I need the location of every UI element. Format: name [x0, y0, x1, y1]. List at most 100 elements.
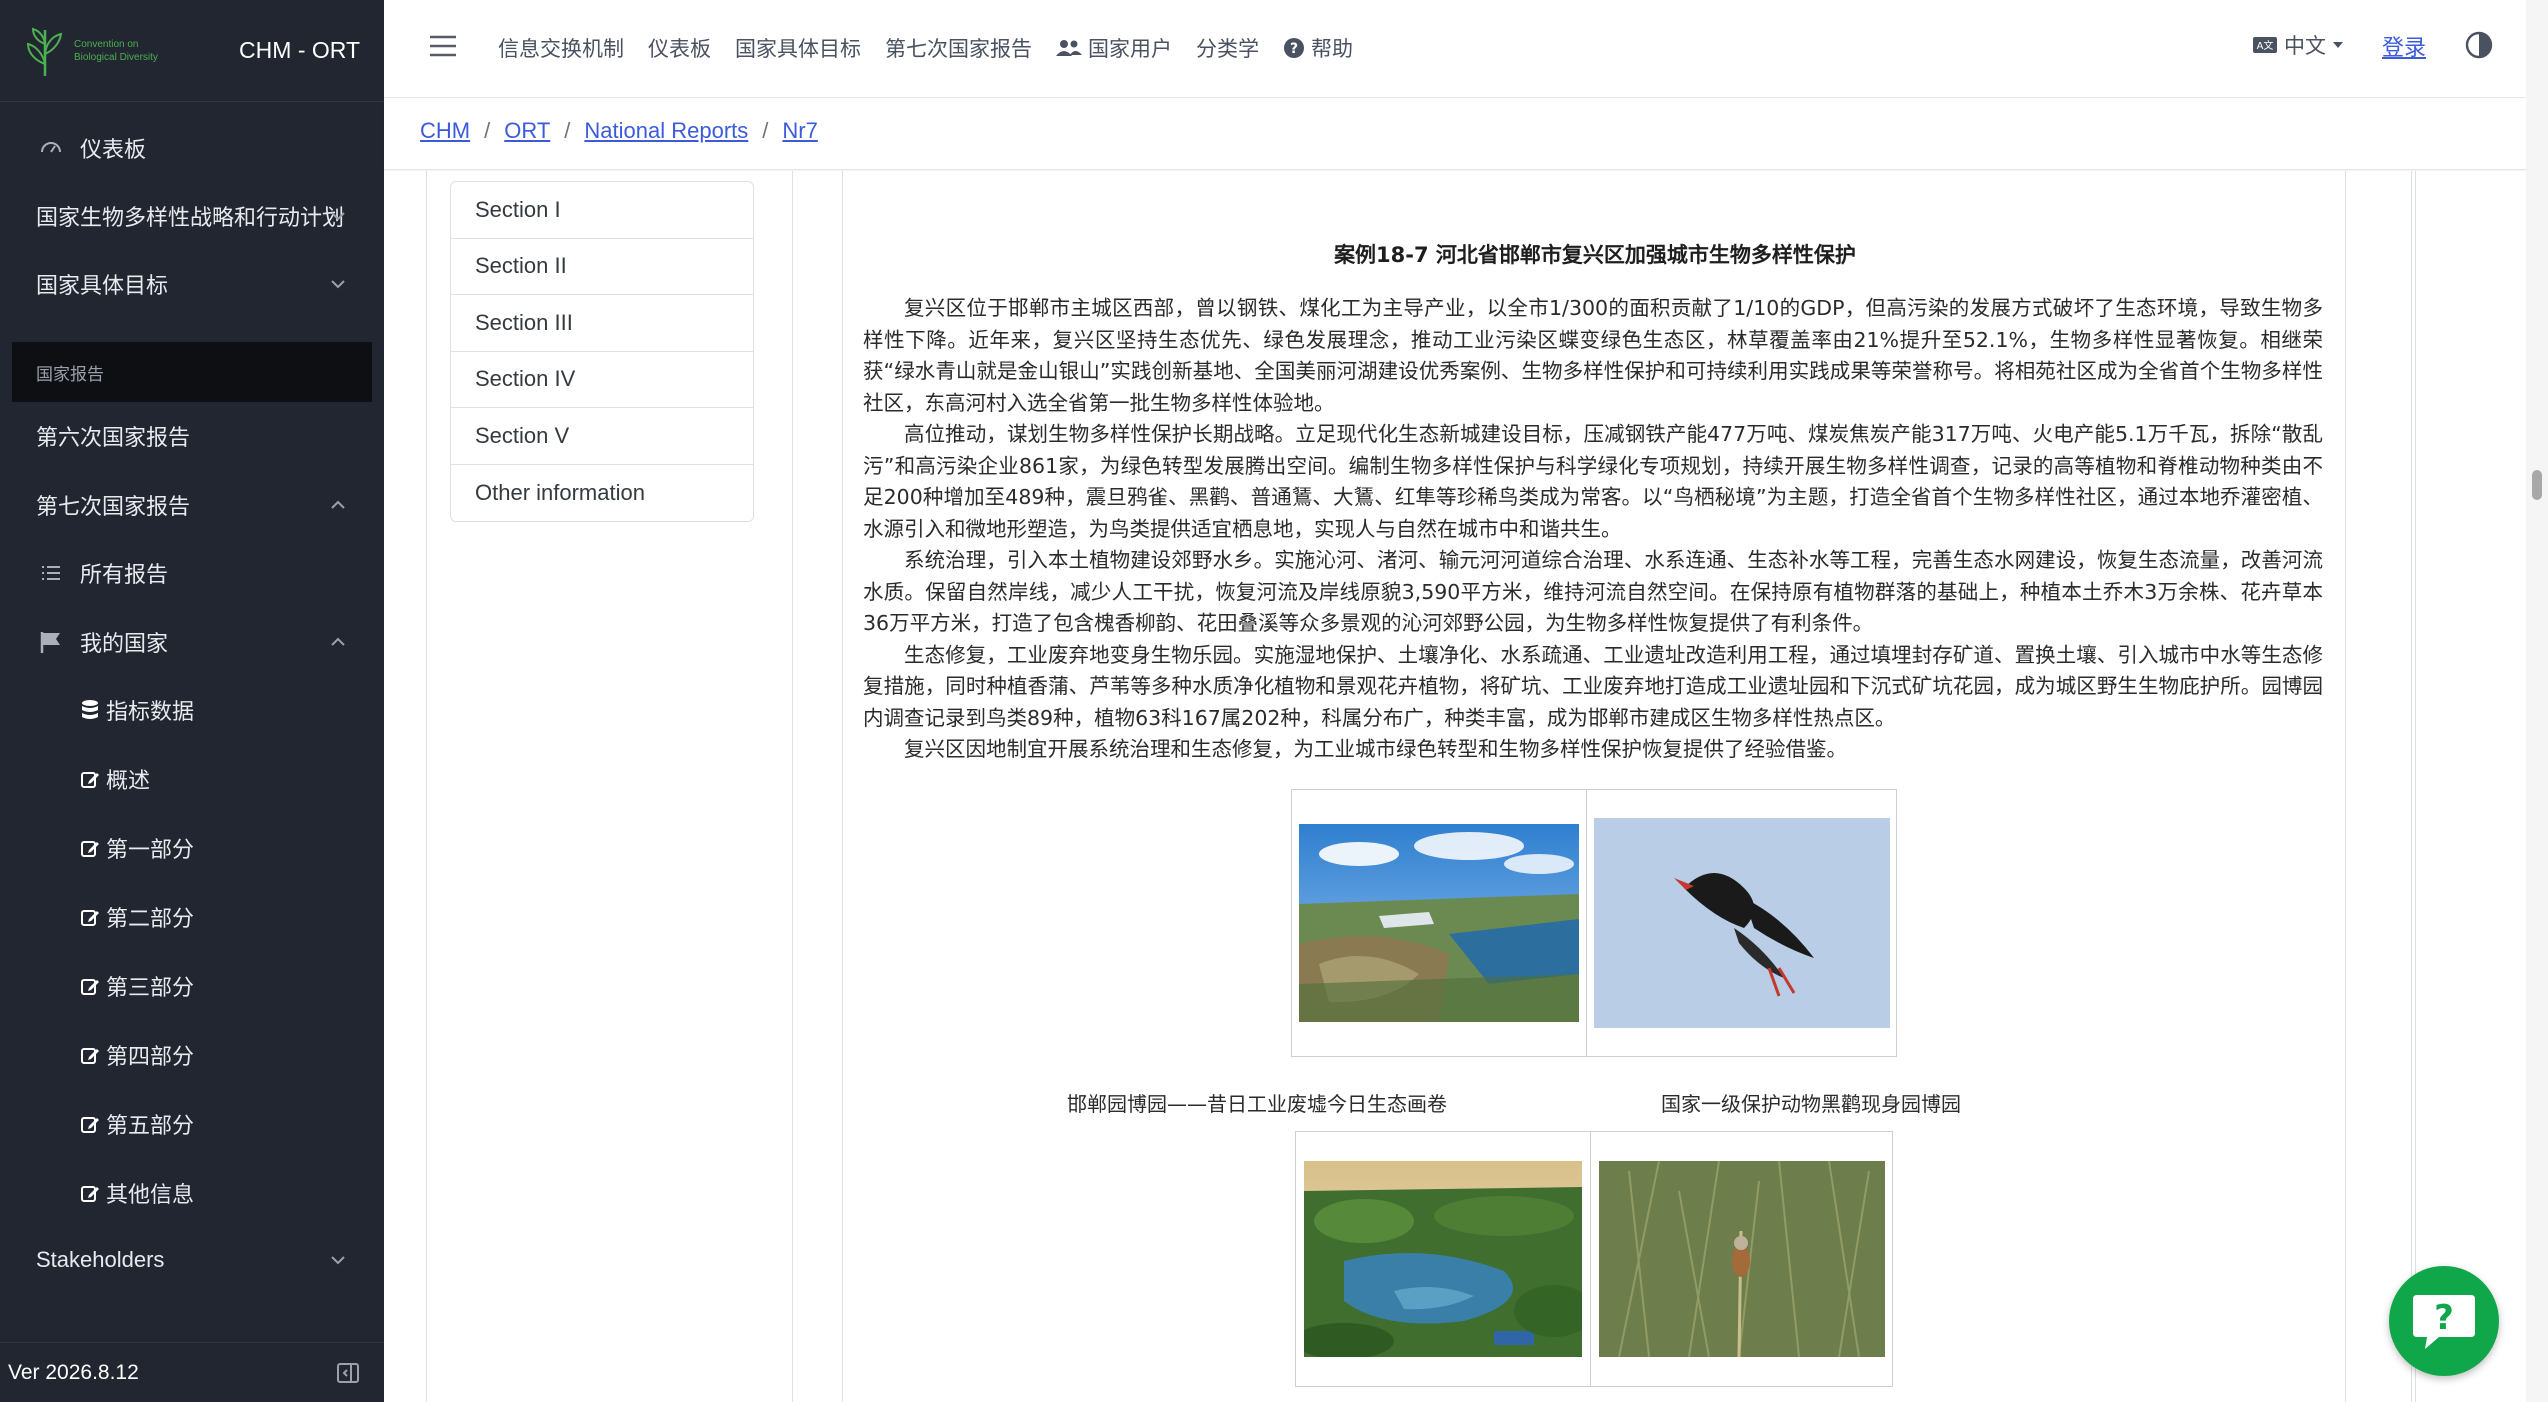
sidebar-item-nr7[interactable]: 第七次国家报告: [0, 473, 384, 537]
logo-line-2: Biological Diversity: [74, 51, 158, 63]
sidebar-item-label: 第六次国家报告: [36, 425, 191, 450]
speedometer-icon: [36, 133, 66, 163]
nav-nr7[interactable]: 第七次国家报告: [873, 30, 1044, 66]
breadcrumb-nr7[interactable]: Nr7: [782, 118, 817, 144]
scrollbar-thumb[interactable]: [2532, 470, 2542, 500]
breadcrumb-ort[interactable]: ORT: [504, 118, 550, 144]
sidebar-item-other-info[interactable]: 其他信息: [0, 1161, 384, 1225]
sidebar-item-label: 第七次国家报告: [36, 494, 191, 519]
page-scrollbar[interactable]: [2526, 0, 2548, 1402]
svg-text:?: ?: [2434, 1298, 2454, 1338]
section-nav-item-1[interactable]: Section I: [451, 182, 753, 239]
logo-line-1: Convention on: [74, 38, 139, 50]
nav-national-targets[interactable]: 国家具体目标: [723, 30, 873, 66]
sidebar-item-label: 第五部分: [106, 1113, 195, 1138]
caret-down-icon: [2333, 42, 2343, 48]
sidebar-item-national-targets[interactable]: 国家具体目标: [0, 252, 384, 316]
svg-text:A文: A文: [2257, 39, 2274, 52]
app-name: CHM - ORT: [239, 37, 360, 63]
case-title: 案例18-7 河北省邯郸市复兴区加强城市生物多样性保护: [1334, 243, 1856, 267]
photo-caption-2: 国家一级保护动物黑鹳现身园博园: [1661, 1092, 1961, 1116]
case-body: 复兴区位于邯郸市主城区西部，曾以钢铁、煤化工为主导产业，以全市1/300的面积贡…: [863, 293, 2323, 766]
edit-icon: [80, 833, 100, 863]
sidebar-item-label: 第二部分: [106, 906, 195, 931]
photo-cell: [1296, 1132, 1592, 1386]
top-header: 信息交换机制 仪表板 国家具体目标 第七次国家报告 国家用户 分类学 ? 帮助 …: [384, 0, 2526, 98]
sidebar-item-label: 其他信息: [106, 1182, 195, 1207]
sidebar-item-all-reports[interactable]: 所有报告: [0, 541, 384, 605]
sidebar: Convention on Biological Diversity CHM -…: [0, 0, 384, 1402]
section-nav-item-2[interactable]: Section II: [451, 239, 753, 295]
chat-question-icon: ?: [2413, 1295, 2475, 1349]
help-icon: ?: [1284, 38, 1304, 58]
collapse-sidebar-icon[interactable]: [336, 1361, 360, 1385]
chevron-up-icon: [331, 500, 345, 509]
nav-taxonomy[interactable]: 分类学: [1184, 30, 1271, 66]
breadcrumb-separator: /: [484, 118, 491, 143]
sidebar-item-label: 所有报告: [80, 562, 169, 587]
main-content: Section I Section II Section III Section…: [384, 171, 2526, 1402]
hamburger-menu-icon[interactable]: [428, 33, 458, 59]
sidebar-footer: Ver 2026.8.12: [0, 1342, 384, 1402]
edit-icon: [80, 971, 100, 1001]
nav-national-users[interactable]: 国家用户: [1044, 30, 1184, 66]
breadcrumb-chm[interactable]: CHM: [420, 118, 470, 144]
photo-caption-1: 邯郸园博园——昔日工业废墟今日生态画卷: [1067, 1092, 1447, 1116]
photo-table-1: [1291, 789, 1897, 1057]
sidebar-item-stakeholders[interactable]: Stakeholders: [0, 1228, 384, 1292]
breadcrumb-national-reports[interactable]: National Reports: [584, 118, 748, 144]
photo-cell: [1292, 790, 1588, 1056]
sidebar-item-label: 国家生物多样性战略和行动计划: [36, 205, 345, 230]
aerial-park-photo: [1299, 824, 1580, 1022]
edit-icon: [80, 902, 100, 932]
section-nav-item-5[interactable]: Section V: [451, 408, 753, 465]
nav-help[interactable]: ? 帮助: [1271, 30, 1365, 66]
sidebar-item-label: 我的国家: [80, 631, 169, 656]
nav-dashboard[interactable]: 仪表板: [636, 30, 723, 66]
paragraph: 生态修复，工业废弃地变身生物乐园。实施湿地保护、土壤净化、水系疏通、工业遗址改造…: [863, 642, 2323, 730]
breadcrumb-bar: CHM / ORT / National Reports / Nr7: [384, 98, 2526, 170]
cbd-logo[interactable]: Convention on Biological Diversity: [24, 21, 164, 81]
sidebar-item-label: Stakeholders: [36, 1247, 165, 1272]
nav-label: 国家用户: [1088, 38, 1172, 61]
sidebar-item-indicator-data[interactable]: 指标数据: [0, 678, 384, 742]
section-nav-item-4[interactable]: Section IV: [451, 352, 753, 408]
breadcrumb-separator: /: [564, 118, 571, 143]
edit-icon: [80, 1178, 100, 1208]
language-selector[interactable]: A文 中文: [2252, 30, 2344, 60]
sidebar-item-nr6[interactable]: 第六次国家报告: [0, 404, 384, 468]
nav-chm[interactable]: 信息交换机制: [486, 30, 636, 66]
breadcrumb-separator: /: [762, 118, 769, 143]
paragraph: 复兴区因地制宜开展系统治理和生态修复，为工业城市绿色转型和生物多样性保护恢复提供…: [904, 737, 1847, 761]
sidebar-item-my-country[interactable]: 我的国家: [0, 610, 384, 674]
help-chat-button[interactable]: ?: [2389, 1266, 2499, 1376]
section-nav-item-3[interactable]: Section III: [451, 295, 753, 352]
sidebar-item-label: 第三部分: [106, 975, 195, 1000]
sidebar-item-part-5[interactable]: 第五部分: [0, 1092, 384, 1156]
sidebar-item-part-3[interactable]: 第三部分: [0, 954, 384, 1018]
sidebar-item-part-1[interactable]: 第一部分: [0, 816, 384, 880]
sidebar-brand: Convention on Biological Diversity CHM -…: [0, 0, 384, 102]
theme-toggle-icon[interactable]: [2464, 30, 2494, 60]
sidebar-item-part-4[interactable]: 第四部分: [0, 1023, 384, 1087]
login-link[interactable]: 登录: [2382, 30, 2426, 62]
sidebar-item-label: 国家具体目标: [36, 273, 169, 298]
photo-table-2: [1295, 1131, 1893, 1387]
black-stork-photo: [1593, 818, 1890, 1028]
column-divider: [792, 171, 793, 1402]
sidebar-item-label: 概述: [106, 768, 151, 793]
cbd-leaf-icon: [26, 27, 63, 76]
lake-park-photo: [1304, 1161, 1582, 1357]
paragraph: 系统治理，引入本土植物建设郊野水乡。实施沁河、渚河、输元河河道综合治理、水系连通…: [863, 548, 2323, 635]
nav-label: 帮助: [1311, 38, 1353, 61]
edit-icon: [80, 1040, 100, 1070]
top-nav: 信息交换机制 仪表板 国家具体目标 第七次国家报告 国家用户 分类学 ? 帮助: [486, 30, 1365, 66]
sidebar-item-nbsap[interactable]: 国家生物多样性战略和行动计划: [0, 184, 384, 248]
sidebar-item-label: 仪表板: [80, 137, 147, 162]
chevron-down-icon: [331, 1256, 345, 1265]
sidebar-item-dashboard[interactable]: 仪表板: [0, 116, 384, 180]
sidebar-item-label: 指标数据: [106, 699, 195, 724]
sidebar-item-overview[interactable]: 概述: [0, 747, 384, 811]
section-nav-item-other[interactable]: Other information: [451, 465, 753, 522]
sidebar-item-part-2[interactable]: 第二部分: [0, 885, 384, 949]
